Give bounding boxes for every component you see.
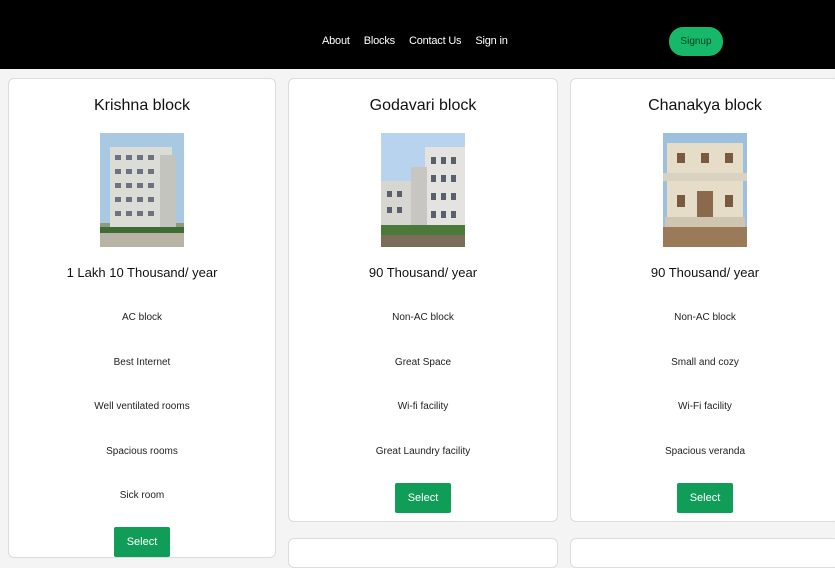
nav-blocks-link[interactable]: Blocks bbox=[364, 35, 395, 47]
feature-list: Non-AC block Great Space Wi-fi facility … bbox=[289, 312, 557, 490]
block-price: 1 Lakh 10 Thousand/ year bbox=[66, 265, 218, 280]
select-button[interactable]: Select bbox=[677, 483, 733, 513]
feature-item: Spacious rooms bbox=[106, 445, 178, 457]
feature-item: Wi-fi facility bbox=[397, 401, 449, 412]
block-card-partial bbox=[570, 538, 835, 568]
nav-contact-link[interactable]: Contact Us bbox=[409, 35, 462, 47]
select-button[interactable]: Select bbox=[114, 527, 170, 557]
block-photo bbox=[381, 133, 465, 247]
navbar: About Blocks Contact Us Sign in Signup bbox=[0, 0, 835, 69]
block-card-krishna: Krishna block 1 Lakh 10 Thousand/ year A… bbox=[8, 78, 276, 558]
nav-signin-link[interactable]: Sign in bbox=[475, 35, 507, 47]
feature-item: Small and cozy bbox=[671, 356, 739, 368]
block-card-godavari: Godavari block 90 Thousand/ year Non-AC … bbox=[288, 78, 558, 522]
select-button[interactable]: Select bbox=[395, 483, 451, 513]
nav-links: About Blocks Contact Us Sign in bbox=[322, 35, 508, 47]
nav-about-link[interactable]: About bbox=[322, 35, 350, 47]
feature-item: Non-AC block bbox=[392, 312, 454, 323]
feature-item: Wi-Fi facility bbox=[678, 401, 732, 412]
block-price: 90 Thousand/ year bbox=[368, 265, 478, 280]
feature-list: AC block Best Internet Well ventilated r… bbox=[9, 312, 275, 535]
block-photo bbox=[100, 133, 184, 247]
card-title: Godavari block bbox=[369, 97, 477, 114]
card-title: Chanakya block bbox=[648, 97, 762, 114]
block-card-chanakya: Chanakya block 90 Thousand/ year Non-AC … bbox=[570, 78, 835, 522]
block-card-partial bbox=[288, 538, 558, 568]
block-photo bbox=[663, 133, 747, 247]
feature-item: AC block bbox=[121, 312, 162, 323]
card-title: Krishna block bbox=[93, 97, 191, 114]
block-price: 90 Thousand/ year bbox=[650, 265, 760, 280]
feature-item: Well ventilated rooms bbox=[94, 401, 190, 412]
signup-button[interactable]: Signup bbox=[669, 27, 723, 56]
feature-item: Best Internet bbox=[113, 356, 171, 368]
feature-item: Great Space bbox=[394, 356, 452, 368]
feature-list: Non-AC block Small and cozy Wi-Fi facili… bbox=[571, 312, 835, 490]
feature-item: Non-AC block bbox=[674, 312, 736, 323]
